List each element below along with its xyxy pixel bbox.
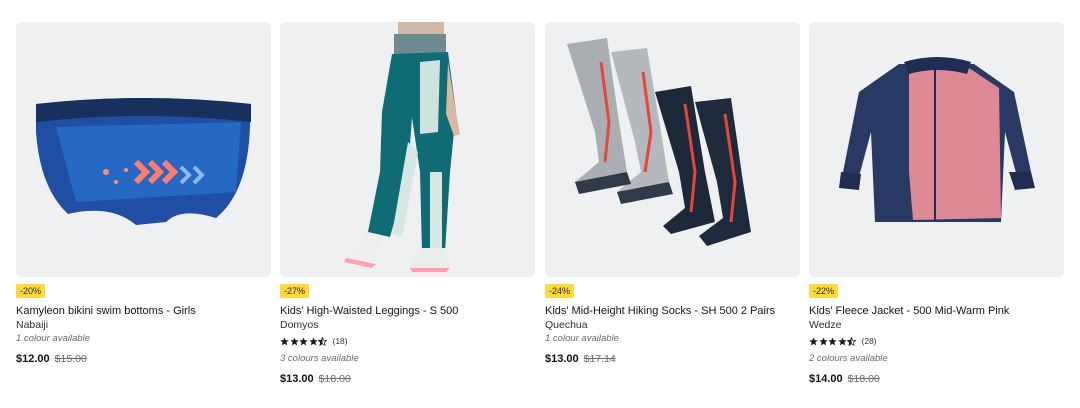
price-block: $12.00 $15.00 [16,353,271,365]
product-brand: Wedze [809,319,842,331]
star-icon [837,336,847,345]
current-price: $14.00 [809,373,843,385]
discount-badge: -24% [545,284,575,298]
star-rating [809,336,857,346]
leggings-image [344,22,460,272]
product-card-hiking-socks[interactable]: -24% Kids' Mid-Height Hiking Socks - SH … [545,22,800,365]
product-title[interactable]: Kids' High-Waisted Leggings - S 500 [280,304,535,318]
colour-availability: 2 colours available [809,353,888,364]
discount-badge: -22% [809,284,839,298]
star-icon [828,336,837,345]
half-star-icon [318,336,327,346]
product-image[interactable] [16,22,271,277]
product-image[interactable] [809,22,1064,277]
star-rating [280,336,328,346]
star-icon [289,336,299,345]
star-icon [280,336,289,345]
price-block: $13.00 $17.14 [545,353,800,365]
current-price: $12.00 [16,353,50,365]
product-title[interactable]: Kids' Mid-Height Hiking Socks - SH 500 2… [545,304,800,318]
review-count[interactable]: (28) [862,336,877,346]
colour-availability: 1 colour available [16,333,90,344]
product-brand: Nabaiji [16,319,49,331]
product-brand: Domyos [280,319,319,331]
current-price: $13.00 [545,353,579,365]
price-block: $14.00 $18.00 [809,373,1064,385]
product-grid: -20% Kamyleon bikini swim bottoms - Girl… [0,0,1080,408]
star-icon [809,336,818,345]
colour-availability: 3 colours available [280,353,359,364]
socks-image [567,38,751,246]
product-title[interactable]: Kids' Fleece Jacket - 500 Mid-Warm Pink [809,304,1064,318]
product-image[interactable] [280,22,535,277]
half-star-icon [847,336,856,346]
product-card-leggings[interactable]: -27% Kids' High-Waisted Leggings - S 500… [280,22,535,385]
product-title[interactable]: Kamyleon bikini swim bottoms - Girls [16,304,271,318]
colour-availability: 1 colour available [545,333,619,344]
original-price: $15.00 [54,353,87,365]
fleece-jacket-image [839,57,1035,222]
current-price: $13.00 [280,373,314,385]
original-price: $17.14 [583,353,616,365]
rating: (18) [280,333,535,349]
star-icon [818,336,828,345]
rating: (28) [809,333,1064,349]
swim-bottoms-image [36,98,251,225]
price-block: $13.00 $18.00 [280,373,535,385]
original-price: $18.00 [847,373,880,385]
product-brand: Quechua [545,319,588,331]
original-price: $18.00 [318,373,351,385]
product-card-swim-bottoms[interactable]: -20% Kamyleon bikini swim bottoms - Girl… [16,22,271,365]
star-icon [308,336,318,345]
star-icon [299,336,308,345]
product-card-fleece-jacket[interactable]: -22% Kids' Fleece Jacket - 500 Mid-Warm … [809,22,1064,385]
discount-badge: -20% [16,284,46,298]
discount-badge: -27% [280,284,310,298]
product-image[interactable] [545,22,800,277]
review-count[interactable]: (18) [333,336,348,346]
